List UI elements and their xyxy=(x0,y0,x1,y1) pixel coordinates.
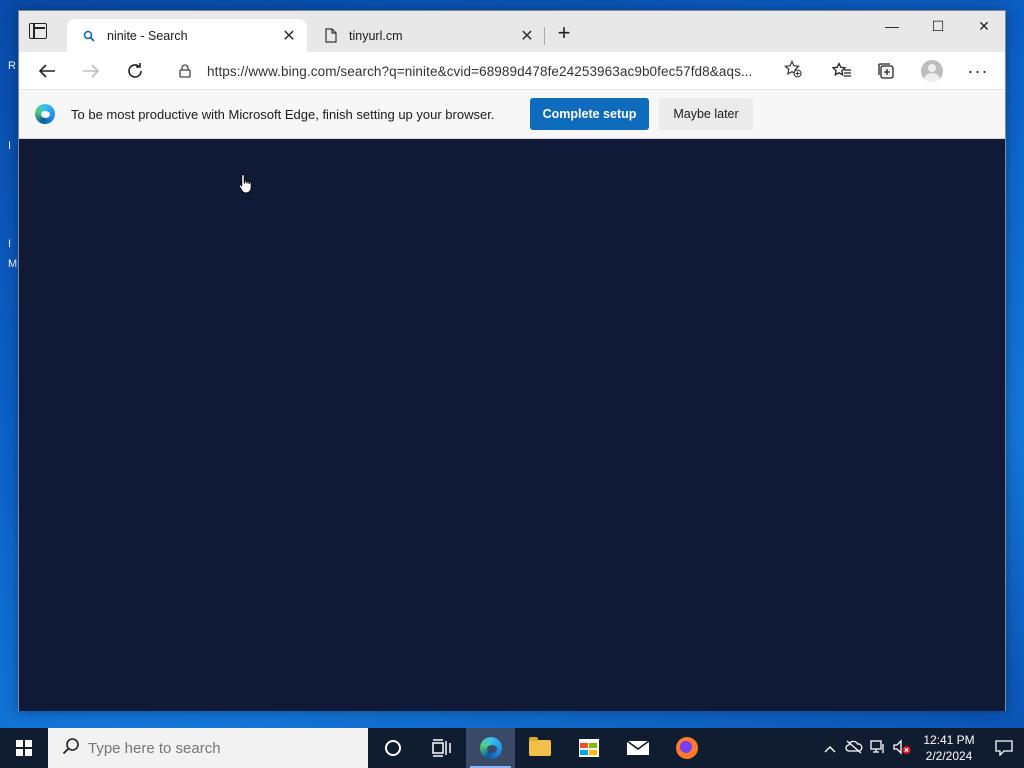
toolbar: https://www.bing.com/search?q=ninite&cvi… xyxy=(19,52,1005,90)
chevron-up-icon[interactable] xyxy=(818,741,842,756)
file-explorer-icon xyxy=(528,737,551,756)
favorites-icon[interactable] xyxy=(829,59,855,83)
avatar xyxy=(921,60,943,82)
desktop-icon-fragment: R xyxy=(8,60,16,72)
add-favorite-icon[interactable] xyxy=(781,60,805,82)
clock-time: 12:41 PM xyxy=(923,733,975,747)
tab-ninite-search[interactable]: ninite - Search ✕ xyxy=(67,19,307,52)
file-explorer-button[interactable] xyxy=(515,728,564,768)
volume-muted-icon[interactable] xyxy=(890,738,914,758)
forward-button[interactable] xyxy=(77,59,105,83)
notifications-button[interactable] xyxy=(984,740,1024,756)
url-text[interactable]: https://www.bing.com/search?q=ninite&cvi… xyxy=(207,64,781,79)
lock-icon[interactable] xyxy=(177,64,193,78)
more-options-icon[interactable]: ··· xyxy=(965,59,991,83)
mail-icon xyxy=(626,740,649,755)
onedrive-offline-icon[interactable] xyxy=(842,740,866,757)
search-input[interactable] xyxy=(88,739,348,757)
address-bar[interactable]: https://www.bing.com/search?q=ninite&cvi… xyxy=(163,56,813,86)
windows-logo-icon xyxy=(16,740,32,756)
back-button[interactable] xyxy=(33,59,61,83)
firefox-button[interactable] xyxy=(662,728,711,768)
maybe-later-button[interactable]: Maybe later xyxy=(659,98,753,130)
search-icon xyxy=(81,30,97,42)
page-content[interactable] xyxy=(19,139,1005,711)
desktop-icon-fragment: I xyxy=(8,140,12,152)
taskbar-search[interactable] xyxy=(48,728,368,768)
store-icon xyxy=(578,739,599,757)
close-window-button[interactable]: ✕ xyxy=(961,11,1007,41)
taskbar-clock[interactable]: 12:41 PM 2/2/2024 xyxy=(914,732,984,764)
task-view-button[interactable] xyxy=(417,728,466,768)
task-view-icon xyxy=(431,739,451,757)
cortana-icon xyxy=(384,740,401,756)
hand-cursor-icon xyxy=(238,173,254,201)
firefox-icon xyxy=(675,737,698,759)
edge-taskbar-button[interactable] xyxy=(466,728,515,768)
taskbar: 12:41 PM 2/2/2024 xyxy=(0,728,1024,768)
system-tray: 12:41 PM 2/2/2024 xyxy=(818,728,1024,768)
browser-window: ninite - Search ✕ tinyurl.cm ✕ + — ☐ ✕ h… xyxy=(18,10,1006,711)
mail-button[interactable] xyxy=(613,728,662,768)
new-tab-button[interactable]: + xyxy=(553,22,575,45)
network-icon[interactable] xyxy=(866,739,890,758)
close-tab-icon[interactable]: ✕ xyxy=(515,26,539,46)
notification-icon xyxy=(995,740,1013,756)
start-button[interactable] xyxy=(0,728,48,768)
tab-title: ninite - Search xyxy=(107,28,188,43)
refresh-button[interactable] xyxy=(121,59,149,83)
tab-title: tinyurl.cm xyxy=(349,28,403,43)
setup-infobar: To be most productive with Microsoft Edg… xyxy=(19,90,1005,139)
infobar-message: To be most productive with Microsoft Edg… xyxy=(71,106,495,122)
tab-tinyurl[interactable]: tinyurl.cm ✕ xyxy=(309,19,545,52)
search-icon xyxy=(62,737,82,760)
tab-actions-icon[interactable] xyxy=(29,23,47,39)
tab-strip: ninite - Search ✕ tinyurl.cm ✕ + — ☐ ✕ xyxy=(19,11,1005,52)
complete-setup-button[interactable]: Complete setup xyxy=(530,98,649,130)
edge-icon xyxy=(479,737,502,759)
collections-icon[interactable] xyxy=(873,59,899,83)
clock-date: 2/2/2024 xyxy=(925,749,973,763)
page-icon xyxy=(323,28,339,43)
desktop-icon-fragment: I xyxy=(8,238,12,250)
close-tab-icon[interactable]: ✕ xyxy=(277,26,301,46)
cortana-button[interactable] xyxy=(368,728,417,768)
maximize-button[interactable]: ☐ xyxy=(915,11,961,41)
edge-logo-icon xyxy=(35,104,55,124)
minimize-button[interactable]: — xyxy=(869,11,915,41)
store-button[interactable] xyxy=(564,728,613,768)
tab-divider xyxy=(544,27,545,45)
profile-avatar[interactable] xyxy=(919,59,945,83)
desktop-icon-fragment: M xyxy=(8,258,18,270)
